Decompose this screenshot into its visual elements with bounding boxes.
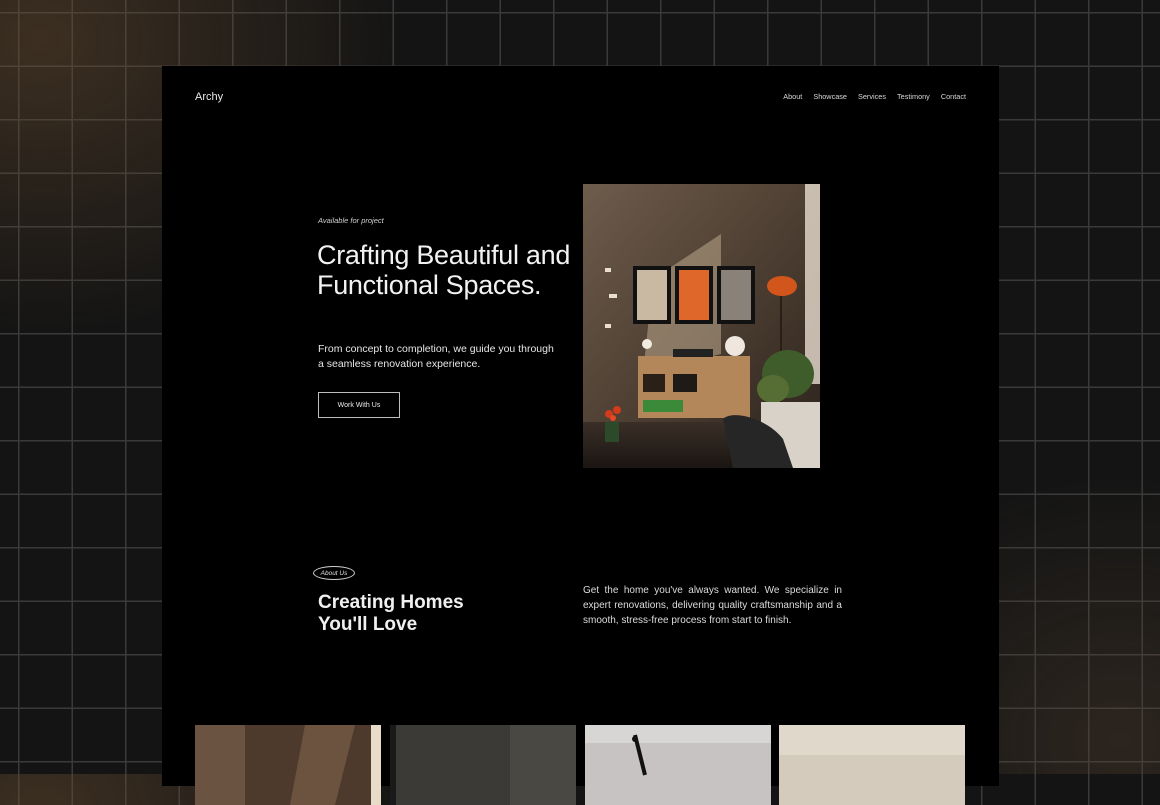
about-description: Get the home you've always wanted. We sp…	[583, 585, 842, 626]
availability-label: Available for project	[318, 216, 384, 225]
hero-title: Crafting Beautiful and Functional Spaces…	[317, 240, 571, 300]
brand-logo[interactable]: Archy	[195, 91, 223, 103]
nav-link-contact[interactable]: Contact	[941, 92, 966, 101]
website-frame: Archy About Showcase Services Testimony …	[162, 66, 999, 805]
hero-subtitle: From concept to completion, we guide you…	[318, 343, 554, 370]
about-title: Creating Homes You'll Love	[318, 592, 464, 635]
showcase-thumbnail[interactable]	[779, 725, 965, 805]
about-us-tag: About Us	[313, 566, 355, 580]
showcase-thumbnail[interactable]	[390, 725, 576, 805]
nav-link-testimony[interactable]: Testimony	[897, 92, 930, 101]
nav-link-services[interactable]: Services	[858, 92, 886, 101]
showcase-thumbnail[interactable]	[195, 725, 381, 805]
top-nav: About Showcase Services Testimony Contac…	[783, 92, 966, 101]
hero-interior-photo	[583, 184, 820, 468]
nav-link-about[interactable]: About	[783, 92, 802, 101]
showcase-thumbnail[interactable]	[585, 725, 771, 805]
work-with-us-button[interactable]: Work With Us	[318, 392, 400, 418]
nav-link-showcase[interactable]: Showcase	[813, 92, 847, 101]
